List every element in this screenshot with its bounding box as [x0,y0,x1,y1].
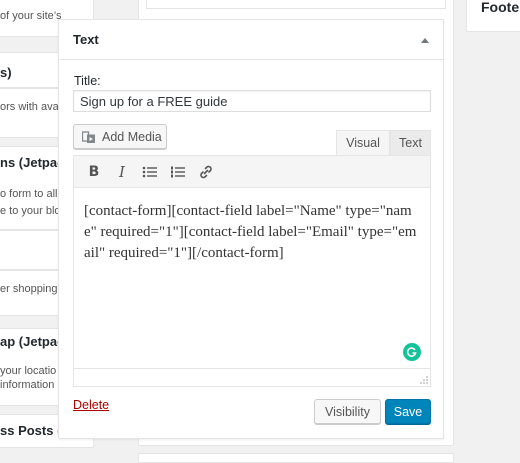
link-icon [200,165,212,178]
bulleted-list-icon [142,166,157,177]
footer-sidebar-title: Foote [481,0,520,15]
title-input[interactable] [73,90,431,112]
triangle-up-icon [421,37,429,43]
grammarly-icon[interactable] [403,343,421,361]
media-icon [82,130,96,144]
editor-content[interactable]: [contact-form][contact-field label="Name… [74,188,430,368]
delete-link[interactable]: Delete [73,398,109,412]
collapse-toggle[interactable] [417,32,433,48]
bold-button[interactable]: B [80,160,108,184]
resize-handle-icon[interactable] [420,376,428,384]
italic-button[interactable]: I [108,160,136,184]
title-label: Title: [74,74,101,88]
content-editor: B I [contact-form][contact-field label="… [73,155,431,387]
widget-title: Text [73,32,99,47]
editor-statusbar [74,368,430,386]
add-media-label: Add Media [102,129,162,144]
numbered-list-button[interactable] [164,160,192,184]
save-button[interactable]: Save [385,399,431,424]
sidebar-widget-above[interactable] [146,0,446,9]
footer-sidebar-header[interactable]: Foote [466,0,520,32]
numbered-list-icon [171,166,185,177]
link-button[interactable] [192,160,220,184]
tab-visual[interactable]: Visual [336,130,390,155]
visibility-button[interactable]: Visibility [314,399,381,424]
tab-text[interactable]: Text [390,130,431,155]
italic-icon: I [119,162,125,181]
editor-toolbar: B I [74,156,430,188]
widget-header[interactable]: Text [59,20,443,60]
sidebar-next-area [138,453,454,463]
add-media-button[interactable]: Add Media [73,124,167,149]
bold-icon: B [88,163,100,180]
text-widget: Text Title: Add Media Visual Text B I [58,19,444,439]
bulleted-list-button[interactable] [136,160,164,184]
